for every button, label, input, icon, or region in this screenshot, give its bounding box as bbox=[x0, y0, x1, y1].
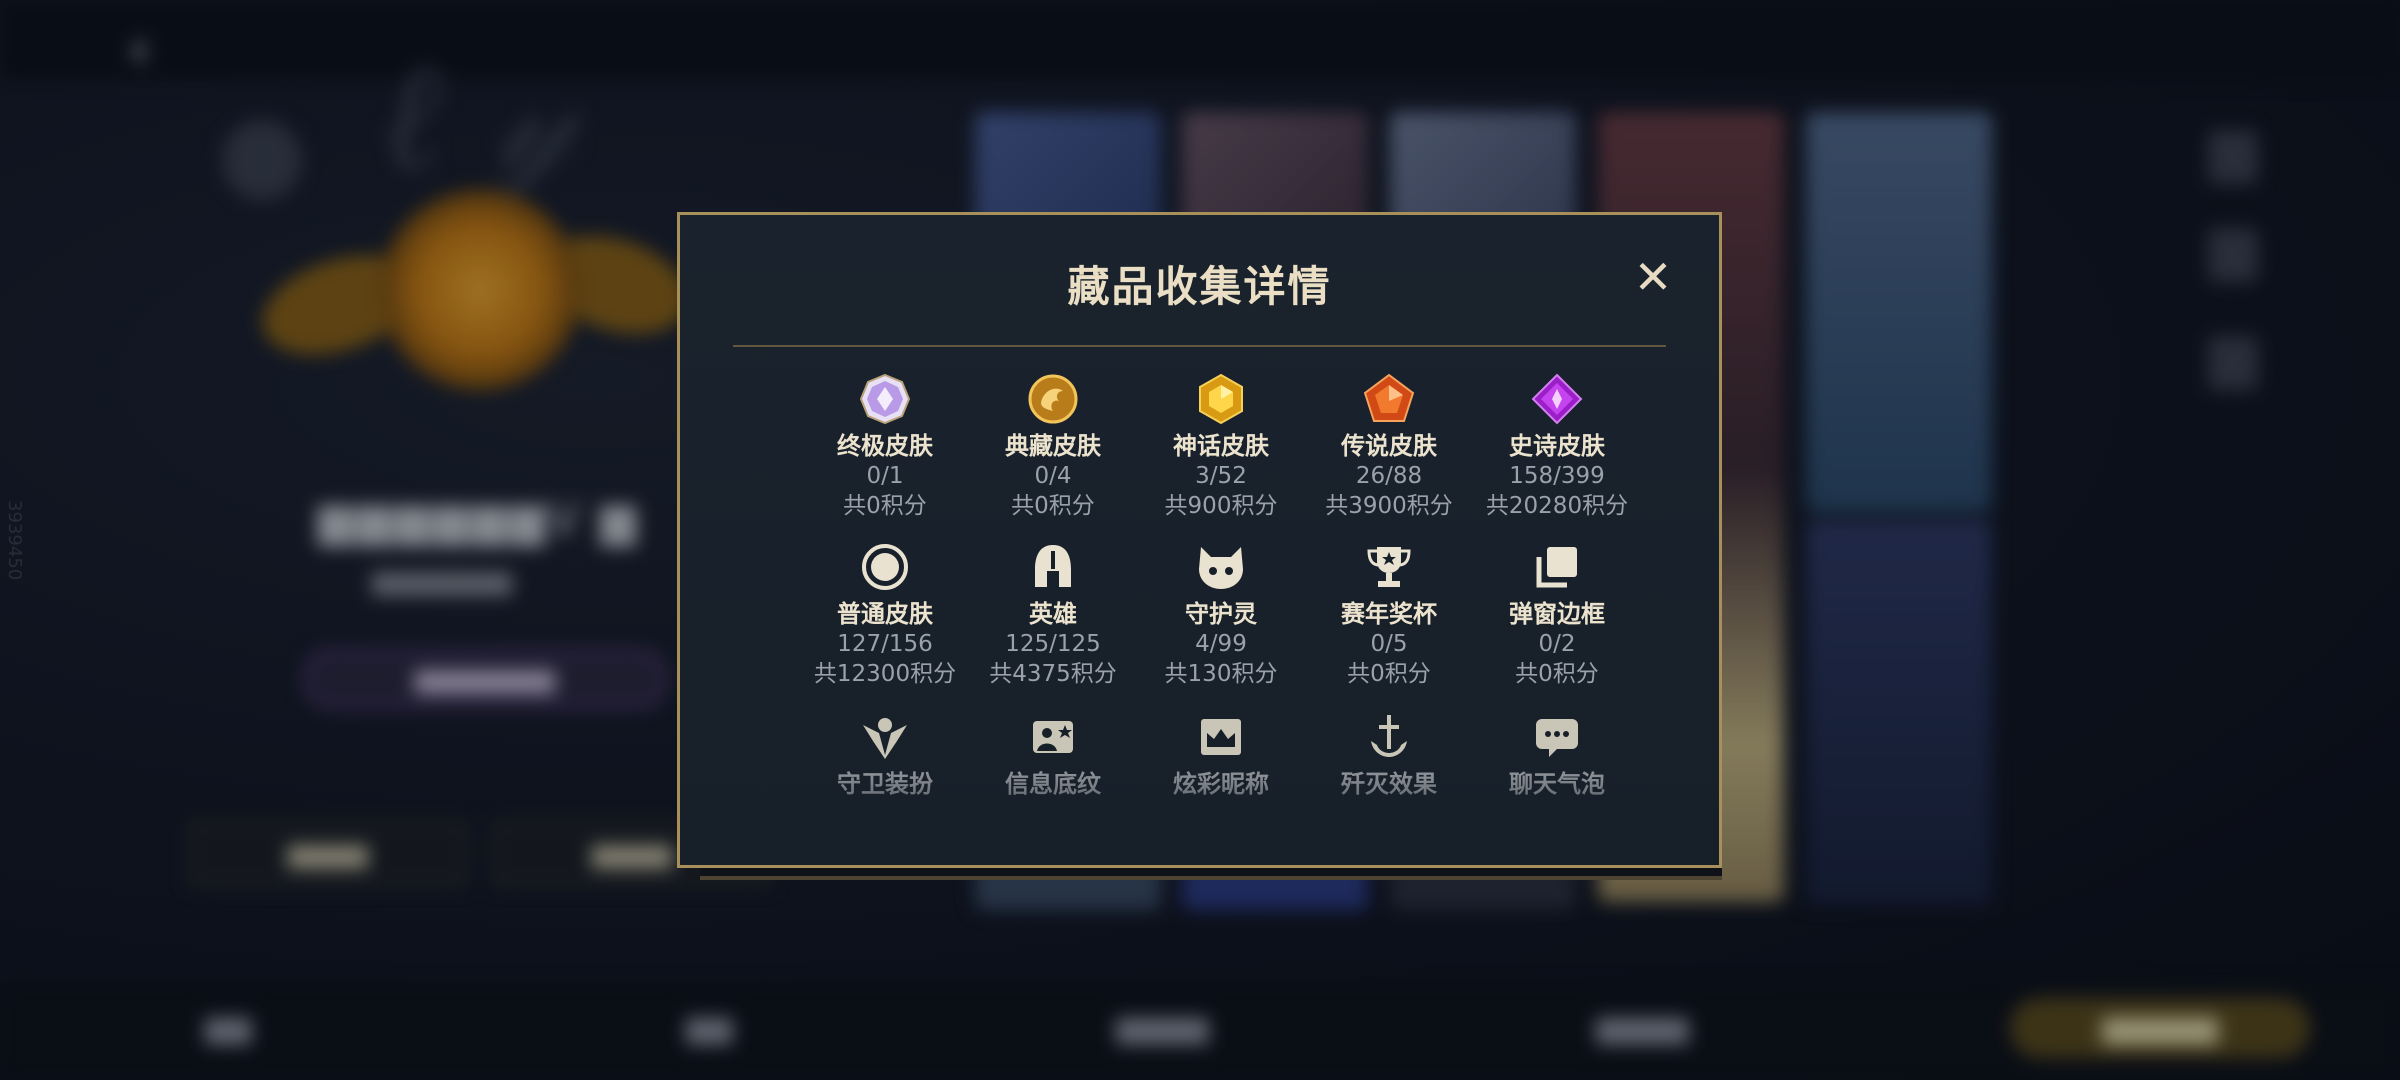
collection-item-info-shading[interactable]: 信息底纹 bbox=[968, 711, 1138, 799]
ultimate-skin-icon bbox=[859, 373, 911, 425]
item-count: 3/52 bbox=[1195, 463, 1247, 489]
mythic-skin-icon bbox=[1199, 373, 1243, 425]
collection-item-hero[interactable]: 英雄 125/125 共4375积分 bbox=[968, 541, 1138, 689]
item-points: 共0积分 bbox=[843, 493, 927, 519]
item-count: 0/5 bbox=[1370, 631, 1408, 657]
popup-frame-icon bbox=[1536, 547, 1577, 588]
item-name: 英雄 bbox=[1029, 600, 1077, 628]
item-name: 典藏皮肤 bbox=[1005, 432, 1101, 460]
item-points: 共0积分 bbox=[1011, 493, 1095, 519]
collection-item-mythic[interactable]: 神话皮肤 3/52 共900积分 bbox=[1136, 373, 1306, 521]
collection-item-guardian[interactable]: 守护灵 4/99 共130积分 bbox=[1136, 541, 1306, 689]
collection-item-epic[interactable]: 史诗皮肤 158/399 共20280积分 bbox=[1472, 373, 1642, 521]
item-points: 共0积分 bbox=[1347, 661, 1431, 687]
item-name: 炫彩昵称 bbox=[1173, 770, 1269, 798]
item-count: 26/88 bbox=[1355, 463, 1423, 489]
item-name: 赛年奖杯 bbox=[1341, 600, 1437, 628]
collection-item-collector[interactable]: 典藏皮肤 0/4 共0积分 bbox=[968, 373, 1138, 521]
item-name: 信息底纹 bbox=[1005, 770, 1101, 798]
collection-item-popup-frame[interactable]: 弹窗边框 0/2 共0积分 bbox=[1472, 541, 1642, 689]
collection-details-modal: 藏品收集详情 ✕ 终极皮肤 0/1 共0积分 典藏皮肤 0/4 共0积分 神话皮… bbox=[677, 212, 1722, 868]
item-points: 共130积分 bbox=[1164, 661, 1278, 687]
collection-item-trophy[interactable]: 赛年奖杯 0/5 共0积分 bbox=[1304, 541, 1474, 689]
collection-item-guard-outfit[interactable]: 守卫装扮 bbox=[800, 711, 970, 799]
item-name: 终极皮肤 bbox=[837, 432, 933, 460]
item-name: 神话皮肤 bbox=[1173, 432, 1269, 460]
item-name: 史诗皮肤 bbox=[1509, 432, 1605, 460]
title-divider bbox=[733, 345, 1666, 347]
item-count: 125/125 bbox=[1005, 631, 1101, 657]
collection-item-ultimate[interactable]: 终极皮肤 0/1 共0积分 bbox=[800, 373, 970, 521]
collection-item-normal[interactable]: 普通皮肤 127/156 共12300积分 bbox=[800, 541, 970, 689]
elimination-effect-icon bbox=[1371, 715, 1407, 757]
item-name: 守卫装扮 bbox=[837, 770, 933, 798]
item-points: 共20280积分 bbox=[1485, 493, 1629, 519]
item-count: 0/4 bbox=[1034, 463, 1072, 489]
item-name: 传说皮肤 bbox=[1341, 432, 1437, 460]
hero-helmet-icon bbox=[1035, 545, 1071, 587]
item-count: 158/399 bbox=[1509, 463, 1605, 489]
item-count: 127/156 bbox=[837, 631, 933, 657]
epic-skin-icon bbox=[1531, 373, 1583, 425]
item-points: 共4375积分 bbox=[989, 661, 1117, 687]
item-name: 守护灵 bbox=[1185, 600, 1257, 628]
collection-item-colorful-nickname[interactable]: 炫彩昵称 bbox=[1136, 711, 1306, 799]
info-shading-icon bbox=[1033, 721, 1073, 753]
item-count: 4/99 bbox=[1195, 631, 1247, 657]
collection-item-elimination-effect[interactable]: 歼灭效果 bbox=[1304, 711, 1474, 799]
item-count: 0/2 bbox=[1538, 631, 1576, 657]
item-points: 共900积分 bbox=[1164, 493, 1278, 519]
legend-skin-icon bbox=[1363, 373, 1415, 422]
item-count: 0/1 bbox=[866, 463, 904, 489]
modal-title: 藏品收集详情 bbox=[1067, 262, 1332, 311]
item-points: 共0积分 bbox=[1515, 661, 1599, 687]
colorful-nickname-icon bbox=[1201, 719, 1241, 755]
guard-outfit-icon bbox=[863, 718, 907, 759]
trophy-icon bbox=[1367, 547, 1411, 587]
collector-skin-icon bbox=[1028, 374, 1078, 424]
item-name: 弹窗边框 bbox=[1509, 600, 1605, 628]
item-name: 普通皮肤 bbox=[837, 600, 933, 628]
close-button[interactable]: ✕ bbox=[1629, 253, 1677, 301]
collection-item-legend[interactable]: 传说皮肤 26/88 共3900积分 bbox=[1304, 373, 1474, 521]
collection-item-chat-bubble[interactable]: 聊天气泡 bbox=[1472, 711, 1642, 799]
item-points: 共12300积分 bbox=[813, 661, 957, 687]
chat-bubble-icon bbox=[1536, 719, 1578, 757]
item-name: 聊天气泡 bbox=[1509, 770, 1605, 798]
item-points: 共3900积分 bbox=[1325, 493, 1453, 519]
item-name: 歼灭效果 bbox=[1341, 770, 1437, 798]
guardian-spirit-icon bbox=[1199, 547, 1243, 589]
normal-skin-icon bbox=[862, 544, 908, 590]
